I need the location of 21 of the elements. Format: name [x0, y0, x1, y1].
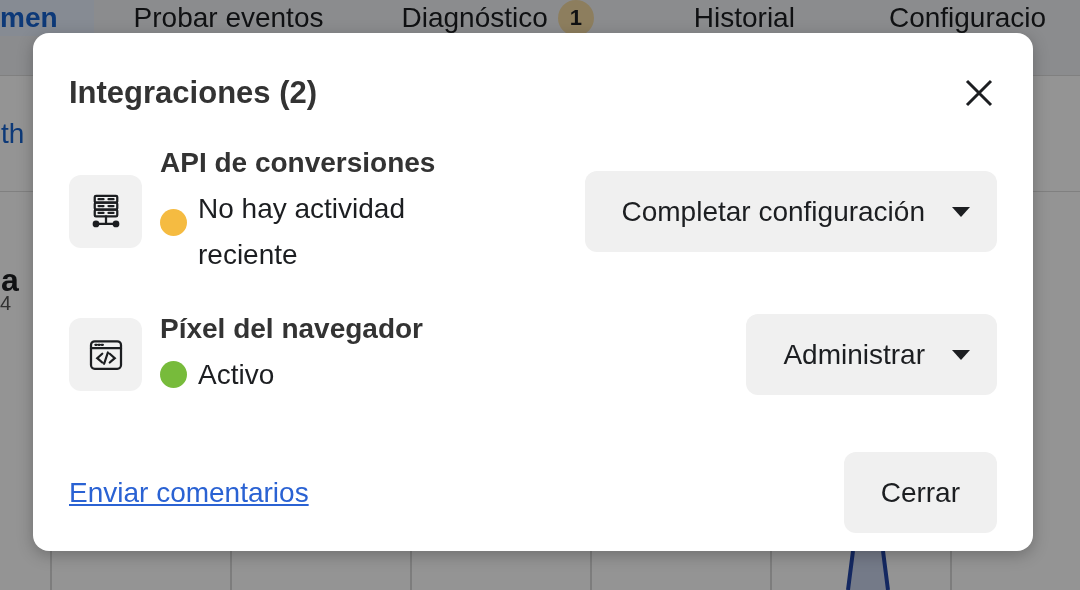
tab[interactable]: Configuracio — [848, 0, 1080, 36]
tab[interactable]: men — [0, 0, 94, 36]
close-dialog-button[interactable]: Cerrar — [843, 452, 997, 533]
status-text: No hay actividad reciente — [198, 192, 406, 272]
link-text[interactable]: th — [1, 118, 25, 150]
tab-label[interactable]: Diagnóstico — [401, 2, 548, 34]
status-text: Activo — [198, 358, 276, 392]
action-dropdown[interactable]: Completar configuración — [584, 171, 997, 252]
action-dropdown[interactable]: Administrar — [746, 314, 997, 395]
caret-icon — [951, 205, 971, 218]
line-chart-drawing — [846, 551, 890, 590]
count-badge: 1 — [557, 0, 594, 36]
tab[interactable]: Probar eventos — [93, 0, 362, 36]
dialog-title: Integraciones (2) — [69, 75, 318, 111]
close-icon — [964, 78, 994, 108]
axis-label: 4 — [0, 292, 12, 314]
feedback-link[interactable]: Enviar comentarios — [69, 476, 309, 509]
caret-icon — [951, 348, 971, 361]
tab[interactable]: Historial — [653, 0, 849, 36]
integration-name: API de conversiones — [160, 146, 437, 180]
integration-name: Píxel del navegador — [160, 312, 424, 346]
